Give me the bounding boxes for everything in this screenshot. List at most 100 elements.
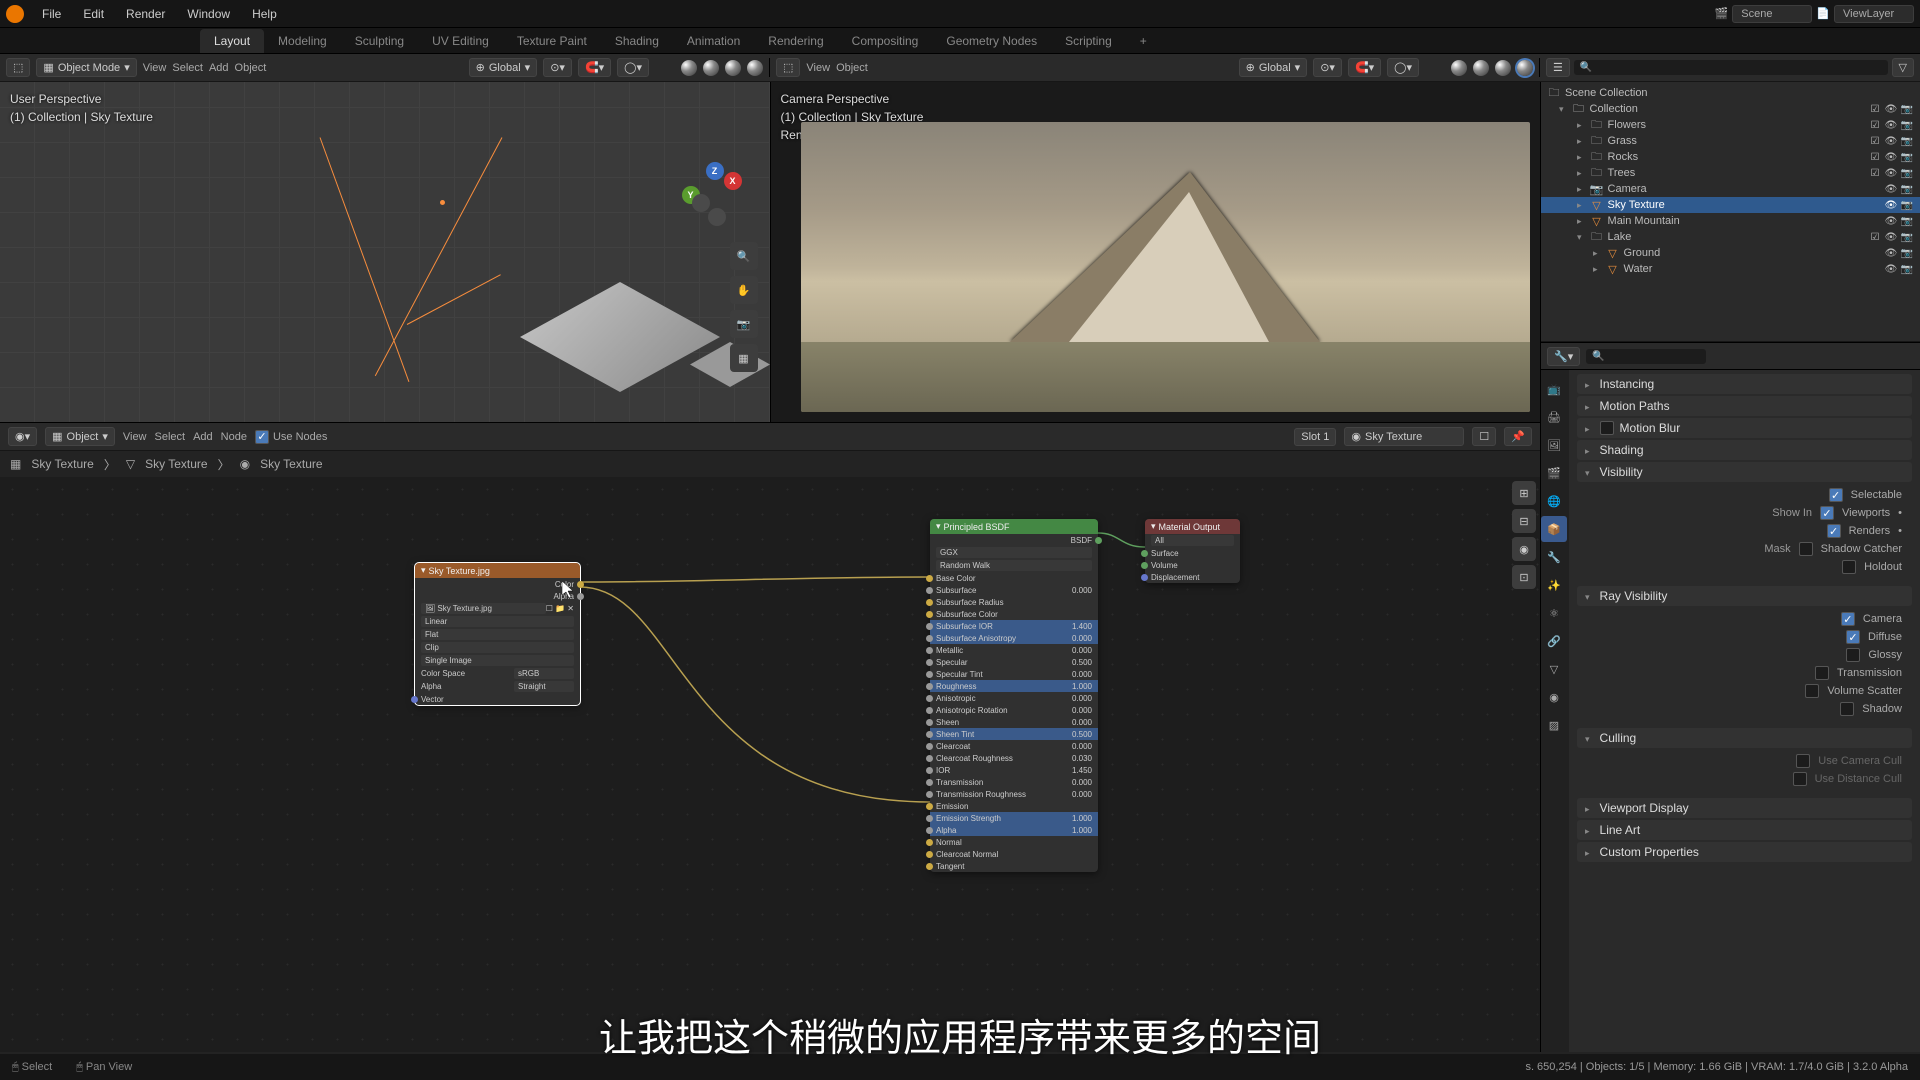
bsdf-row[interactable]: Clearcoat Roughness0.030	[930, 752, 1098, 764]
bsdf-row[interactable]: Subsurface Anisotropy0.000	[930, 632, 1098, 644]
bsdf-row[interactable]: Clearcoat Normal	[930, 848, 1098, 860]
tab-add[interactable]: +	[1126, 29, 1161, 53]
bsdf-row[interactable]: Clearcoat0.000	[930, 740, 1098, 752]
tab-texpaint[interactable]: Texture Paint	[503, 29, 601, 53]
outliner-item[interactable]: 📷Camera👁📷	[1541, 181, 1920, 197]
proportional[interactable]: ◯▾	[617, 58, 649, 77]
outliner-type[interactable]: ☰	[1546, 58, 1570, 77]
chk-renders[interactable]: ✓	[1827, 524, 1841, 538]
menu-window[interactable]: Window	[177, 3, 240, 25]
bsdf-row[interactable]: Subsurface IOR1.400	[930, 620, 1098, 632]
nav-gizmo[interactable]: Z X Y	[678, 162, 746, 230]
img-proj[interactable]: Flat	[421, 629, 574, 640]
outliner[interactable]: 🗀Scene Collection 🗀Collection ☑👁📷 🗀Flowe…	[1541, 82, 1920, 342]
bsdf-row[interactable]: Subsurface Color	[930, 608, 1098, 620]
outliner-item[interactable]: 🗀Lake☑👁📷	[1541, 229, 1920, 245]
chk-dist-cull[interactable]	[1793, 772, 1807, 786]
outliner-search[interactable]: 🔍	[1574, 60, 1888, 75]
tab-physics[interactable]: ⚛	[1541, 600, 1567, 626]
tab-object[interactable]: 📦	[1541, 516, 1567, 542]
chk-selectable[interactable]: ✓	[1829, 488, 1843, 502]
chk-shadow-catcher[interactable]	[1799, 542, 1813, 556]
bsdf-row[interactable]: Subsurface Radius	[930, 596, 1098, 608]
view-menu-b[interactable]: View	[806, 62, 830, 74]
node-add[interactable]: Add	[193, 431, 213, 443]
chk-cam-cull[interactable]	[1796, 754, 1810, 768]
viewport-user[interactable]: User Perspective (1) Collection | Sky Te…	[0, 82, 770, 422]
shading-render[interactable]	[747, 60, 763, 76]
bsdf-sss[interactable]: Random Walk	[936, 560, 1092, 571]
shading-render-b[interactable]	[1517, 60, 1533, 76]
sec-instancing[interactable]: Instancing	[1577, 374, 1912, 394]
bsdf-row[interactable]: Tangent	[930, 860, 1098, 872]
orientation-b[interactable]: ⊕ Global ▾	[1239, 58, 1308, 77]
menu-file[interactable]: File	[32, 3, 71, 25]
sec-line-art[interactable]: Line Art	[1577, 820, 1912, 840]
pivot-b[interactable]: ⊙▾	[1313, 58, 1342, 77]
editor-type-3d[interactable]: ⬚	[6, 58, 30, 77]
bsdf-row[interactable]: Emission	[930, 800, 1098, 812]
bsdf-row[interactable]: Specular Tint0.000	[930, 668, 1098, 680]
tab-viewlayer[interactable]: 🖼	[1541, 432, 1567, 458]
chk-ray-vol[interactable]	[1805, 684, 1819, 698]
bc-2[interactable]: Sky Texture	[145, 457, 207, 471]
bsdf-row[interactable]: Sheen0.000	[930, 716, 1098, 728]
node-node[interactable]: Node	[221, 431, 247, 443]
bsdf-row[interactable]: Sheen Tint0.500	[930, 728, 1098, 740]
chk-ray-cam[interactable]: ✓	[1841, 612, 1855, 626]
tab-modifiers[interactable]: 🔧	[1541, 544, 1567, 570]
bsdf-row[interactable]: Transmission Roughness0.000	[930, 788, 1098, 800]
outliner-item[interactable]: ▽Sky Texture👁📷	[1541, 197, 1920, 213]
tab-output[interactable]: 🖨	[1541, 404, 1567, 430]
node-material-output[interactable]: ▾ Material Output All Surface Volume Dis…	[1145, 519, 1240, 583]
chk-ray-glossy[interactable]	[1846, 648, 1860, 662]
node-img-title[interactable]: ▾ Sky Texture.jpg	[415, 563, 580, 578]
bsdf-row[interactable]: Anisotropic Rotation0.000	[930, 704, 1098, 716]
view-menu[interactable]: View	[143, 62, 167, 74]
tab-material[interactable]: ◉	[1541, 684, 1567, 710]
shader-editor-icon[interactable]: ◉▾	[8, 427, 37, 446]
img-single[interactable]: Single Image	[421, 655, 574, 666]
material-select[interactable]: ◉ Sky Texture	[1344, 427, 1464, 446]
node-editor[interactable]: ◉▾ ▦ Object ▾ View Select Add Node ✓Use …	[0, 422, 1540, 1052]
bsdf-row[interactable]: Anisotropic0.000	[930, 692, 1098, 704]
tab-modeling[interactable]: Modeling	[264, 29, 341, 53]
bsdf-dist[interactable]: GGX	[936, 547, 1092, 558]
img-ext[interactable]: Clip	[421, 642, 574, 653]
mat-new[interactable]: ☐	[1472, 427, 1496, 446]
tab-sculpting[interactable]: Sculpting	[341, 29, 418, 53]
pivot[interactable]: ⊙▾	[543, 58, 572, 77]
node-principled-bsdf[interactable]: ▾ Principled BSDF BSDF GGX Random Walk B…	[930, 519, 1098, 872]
node-view[interactable]: View	[123, 431, 147, 443]
bsdf-row[interactable]: Emission Strength1.000	[930, 812, 1098, 824]
select-menu[interactable]: Select	[172, 62, 203, 74]
tab-scripting[interactable]: Scripting	[1051, 29, 1126, 53]
shading-matprev[interactable]	[725, 60, 741, 76]
tab-uv[interactable]: UV Editing	[418, 29, 503, 53]
persp-btn[interactable]: ▦	[730, 344, 758, 372]
outliner-root[interactable]: Scene Collection	[1565, 87, 1648, 99]
bsdf-row[interactable]: Alpha1.000	[930, 824, 1098, 836]
bc-3[interactable]: Sky Texture	[260, 457, 322, 471]
bsdf-row[interactable]: Transmission0.000	[930, 776, 1098, 788]
bsdf-row[interactable]: Roughness1.000	[930, 680, 1098, 692]
bsdf-row[interactable]: Normal	[930, 836, 1098, 848]
sec-ray-vis[interactable]: Ray Visibility	[1577, 586, 1912, 606]
snap-b[interactable]: 🧲▾	[1348, 58, 1381, 77]
node-bsdf-title[interactable]: ▾ Principled BSDF	[930, 519, 1098, 534]
node-out-title[interactable]: ▾ Material Output	[1145, 519, 1240, 534]
editor-type-3d-b[interactable]: ⬚	[776, 58, 800, 77]
zoom-btn[interactable]: 🔍	[730, 242, 758, 270]
shading-wire-b[interactable]	[1451, 60, 1467, 76]
add-menu[interactable]: Add	[209, 62, 229, 74]
sec-culling[interactable]: Culling	[1577, 728, 1912, 748]
sec-custom-props[interactable]: Custom Properties	[1577, 842, 1912, 862]
tab-render[interactable]: 📺	[1541, 376, 1567, 402]
chk-ray-diff[interactable]: ✓	[1846, 630, 1860, 644]
tab-compositing[interactable]: Compositing	[838, 29, 933, 53]
outliner-item[interactable]: ▽Water👁📷	[1541, 261, 1920, 277]
mode-select[interactable]: ▦ Object Mode ▾	[36, 58, 136, 77]
menu-render[interactable]: Render	[116, 3, 175, 25]
node-select[interactable]: Select	[155, 431, 186, 443]
chk-holdout[interactable]	[1842, 560, 1856, 574]
